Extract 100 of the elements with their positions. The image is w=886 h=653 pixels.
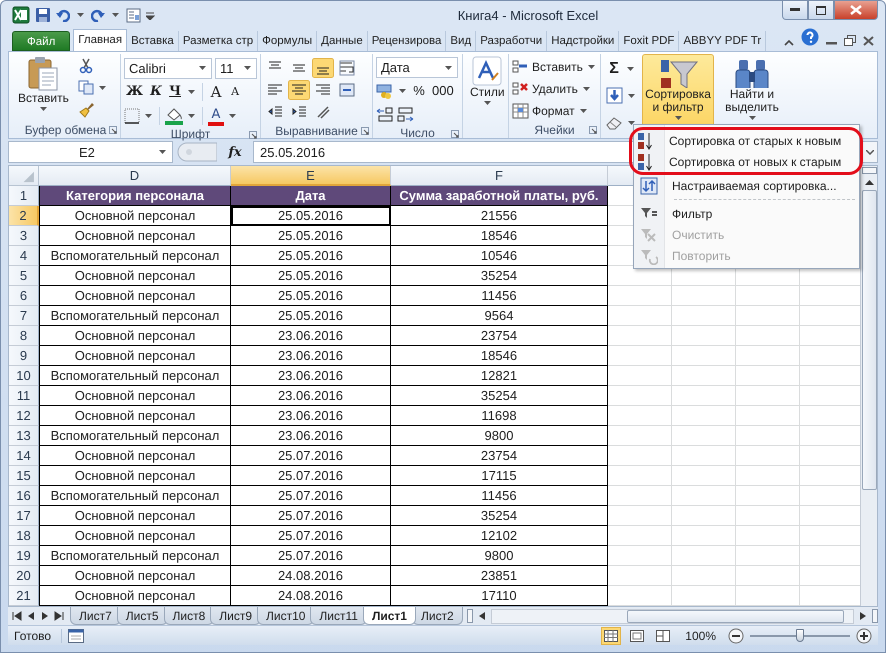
table-cell: 23.06.2016: [231, 406, 391, 426]
window-title: Книга4 - Microsoft Excel: [456, 8, 600, 22]
table-cell: Основной персонал: [39, 526, 231, 546]
styles-button[interactable]: Стили: [466, 54, 509, 138]
active-cell[interactable]: 25.05.2016: [231, 206, 391, 226]
table-cell: 25.07.2016: [231, 506, 391, 526]
table-cell: Основной персонал: [39, 406, 231, 426]
row-header[interactable]: 8: [9, 326, 39, 346]
row-header[interactable]: 9: [9, 346, 39, 366]
row-header[interactable]: 12: [9, 406, 39, 426]
table-cell: Вспомогательный персонал: [39, 546, 231, 566]
table-cell: Вспомогательный персонал: [39, 426, 231, 446]
autosum-button[interactable]: Σ: [606, 59, 622, 80]
row-header[interactable]: 20: [9, 566, 39, 586]
ribbon-tab[interactable]: Главная: [73, 29, 128, 51]
row-header[interactable]: 16: [9, 486, 39, 506]
table-cell: 23.06.2016: [231, 366, 391, 386]
table-cell: Основной персонал: [39, 286, 231, 306]
row-header[interactable]: 4: [9, 246, 39, 266]
file-tab[interactable]: Файл: [12, 31, 70, 51]
table-cell: 18546: [391, 346, 608, 366]
insert-function-button[interactable]: fx: [221, 144, 249, 160]
table-cell: 25.05.2016: [231, 286, 391, 306]
menu-item: Повторить: [634, 245, 859, 266]
sheet-tab[interactable]: Лист1: [362, 607, 416, 625]
sheet-tab[interactable]: Лист7: [70, 607, 121, 625]
insert-cells-button[interactable]: Вставить: [512, 56, 597, 78]
row-header[interactable]: 6: [9, 286, 39, 306]
menu-item[interactable]: Фильтр: [634, 203, 859, 224]
font-color-button[interactable]: A: [208, 106, 224, 126]
sheet-tab[interactable]: Лист9: [210, 607, 261, 625]
row-header[interactable]: 18: [9, 526, 39, 546]
format-cells-button[interactable]: Формат: [512, 100, 597, 122]
table-cell: 35254: [391, 266, 608, 286]
underline-button[interactable]: Ч: [167, 82, 184, 102]
table-cell: 9564: [391, 306, 608, 326]
table-cell: Основной персонал: [39, 386, 231, 406]
table-cell: 21556: [391, 206, 608, 226]
table-cell: 25.07.2016: [231, 526, 391, 546]
sheet-tab[interactable]: Лист10: [257, 607, 314, 625]
row-header[interactable]: 15: [9, 466, 39, 486]
table-cell: Основной персонал: [39, 586, 231, 606]
table-cell: 25.05.2016: [231, 306, 391, 326]
paste-button[interactable]: Вставить: [14, 54, 73, 122]
column-header[interactable]: E: [231, 166, 391, 186]
name-box[interactable]: E2: [8, 141, 173, 163]
row-header[interactable]: 10: [9, 366, 39, 386]
table-cell: 25.07.2016: [231, 466, 391, 486]
table-cell: Основной персонал: [39, 266, 231, 286]
row-header[interactable]: 11: [9, 386, 39, 406]
column-heading: Категория персонала: [39, 186, 231, 206]
table-cell: 23754: [391, 446, 608, 466]
table-cell: 25.05.2016: [231, 266, 391, 286]
group-label: Шрифт: [170, 127, 210, 141]
group-label: Выравнивание: [275, 124, 358, 138]
italic-button[interactable]: К: [148, 82, 164, 102]
sheet-tab[interactable]: Лист11: [310, 607, 367, 625]
menu-item: Очистить: [634, 224, 859, 245]
row-header[interactable]: 5: [9, 266, 39, 286]
table-cell: 11698: [391, 406, 608, 426]
table-cell: 9800: [391, 546, 608, 566]
row-header[interactable]: 13: [9, 426, 39, 446]
table-cell: 23.06.2016: [231, 426, 391, 446]
table-cell: 25.07.2016: [231, 546, 391, 566]
table-cell: 17110: [391, 586, 608, 606]
font-name-dropdown[interactable]: Calibri: [124, 58, 212, 78]
row-header[interactable]: 19: [9, 546, 39, 566]
sheet-tab[interactable]: Лист5: [116, 607, 168, 625]
sheet-tab[interactable]: Лист2: [412, 607, 463, 625]
increase-font-button[interactable]: A: [208, 82, 224, 102]
table-cell: 9800: [391, 426, 608, 446]
column-heading: Дата: [231, 186, 391, 206]
table-cell: Вспомогательный персонал: [39, 246, 231, 266]
bold-button[interactable]: Ж: [124, 82, 146, 102]
row-header[interactable]: 14: [9, 446, 39, 466]
table-cell: 23.06.2016: [231, 386, 391, 406]
sheet-tab[interactable]: Лист8: [164, 607, 214, 625]
table-cell: Основной персонал: [39, 206, 231, 226]
table-cell: 23851: [391, 566, 608, 586]
row-header[interactable]: 21: [9, 586, 39, 606]
table-cell: Вспомогательный персонал: [39, 486, 231, 506]
table-cell: 11456: [391, 486, 608, 506]
row-header[interactable]: 3: [9, 226, 39, 246]
row-header[interactable]: 2: [9, 206, 39, 226]
row-header[interactable]: 7: [9, 306, 39, 326]
percent-button[interactable]: %: [411, 81, 427, 101]
row-header[interactable]: 1: [9, 186, 39, 206]
table-cell: Основной персонал: [39, 506, 231, 526]
number-format-dropdown[interactable]: Дата: [376, 57, 458, 78]
row-header[interactable]: 17: [9, 506, 39, 526]
delete-cells-button[interactable]: Удалить: [512, 78, 597, 100]
thousands-button[interactable]: 000: [430, 81, 456, 101]
menu-item[interactable]: Настраиваемая сортировка...: [634, 175, 859, 196]
font-size-dropdown[interactable]: 11: [215, 58, 257, 78]
table-cell: 23754: [391, 326, 608, 346]
column-heading: Сумма заработной платы, руб.: [391, 186, 608, 206]
decrease-font-button[interactable]: A: [227, 82, 244, 102]
table-cell: Основной персонал: [39, 226, 231, 246]
table-cell: 25.07.2016: [231, 486, 391, 506]
table-cell: 25.07.2016: [231, 446, 391, 466]
